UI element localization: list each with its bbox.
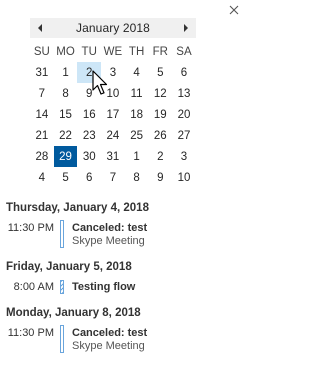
calendar-day[interactable]: 4 [30,167,54,188]
calendar-day[interactable]: 3 [172,146,196,167]
calendar-day-hovered[interactable]: 2 [77,62,102,83]
event-title: Canceled: test [72,327,148,339]
calendar-day-today[interactable]: 29 [53,146,78,167]
event-details: Canceled: test Skype Meeting [72,220,147,247]
calendar-day[interactable]: 24 [101,125,125,146]
calendar-day[interactable]: 9 [77,83,101,104]
calendar-day[interactable]: 16 [77,104,101,125]
calendar-day[interactable]: 14 [30,104,54,125]
month-title: January 2018 [76,21,150,35]
calendar-day[interactable]: 11 [125,83,149,104]
calendar-day[interactable]: 8 [125,167,149,188]
chevron-right-icon [184,24,188,32]
event-time: 11:30 PM [7,222,54,234]
calendar-day[interactable]: 20 [172,104,196,125]
calendar-day[interactable]: 26 [148,125,172,146]
calendar-day[interactable]: 21 [30,125,54,146]
event-title: Canceled: test [72,222,148,234]
chevron-left-icon [38,24,42,32]
calendar-day[interactable]: 5 [54,167,78,188]
calendar-day[interactable]: 27 [172,125,196,146]
calendar-day[interactable]: 15 [54,104,78,125]
calendar-grid: SU MO TU WE TH FR SA 31 1 2 3 4 5 6 7 8 … [30,41,196,188]
calendar-day[interactable]: 1 [125,146,149,167]
calendar-day[interactable]: 6 [172,62,196,83]
close-icon [229,5,239,15]
event-location: Skype Meeting [72,340,145,352]
agenda-day-header: Thursday, January 4, 2018 [6,202,149,214]
agenda-list: Thursday, January 4, 2018 11:30 PM Cance… [6,197,238,361]
previous-month-button[interactable] [32,18,48,38]
calendar-day[interactable]: 17 [101,104,125,125]
next-month-button[interactable] [178,18,194,38]
agenda-day-header: Monday, January 8, 2018 [6,307,141,319]
calendar-day[interactable]: 28 [30,146,54,167]
weekday-label: MO [56,45,75,58]
event-time: 8:00 AM [13,281,54,293]
calendar-day[interactable]: 9 [148,167,172,188]
calendar-day[interactable]: 10 [101,83,125,104]
agenda-day-group: Thursday, January 4, 2018 11:30 PM Cance… [6,197,238,248]
agenda-day-header: Friday, January 5, 2018 [6,261,132,273]
weekday-label: TH [128,45,145,58]
calendar-day[interactable]: 22 [54,125,78,146]
event-status-bar [60,325,64,353]
agenda-event[interactable]: 8:00 AM Testing flow [6,279,238,294]
calendar-day[interactable]: 3 [101,62,125,83]
month-header: January 2018 [30,18,196,38]
calendar-day[interactable]: 18 [125,104,149,125]
event-details: Canceled: test Skype Meeting [72,325,147,352]
calendar-day[interactable]: 4 [125,62,149,83]
calendar-day[interactable]: 6 [77,167,101,188]
event-status-bar [60,280,64,294]
calendar-day[interactable]: 7 [30,83,54,104]
weekday-label: SA [176,45,192,58]
calendar-day[interactable]: 12 [148,83,172,104]
calendar-day[interactable]: 8 [54,83,78,104]
agenda-event[interactable]: 11:30 PM Canceled: test Skype Meeting [6,220,238,248]
agenda-day-group: Monday, January 8, 2018 11:30 PM Cancele… [6,302,238,353]
weekday-label: WE [103,45,123,58]
weekday-label: TU [81,45,97,58]
weekday-label: SU [33,45,50,58]
calendar-day[interactable]: 7 [101,167,125,188]
calendar-day[interactable]: 23 [77,125,101,146]
close-button[interactable] [226,2,242,18]
event-details: Testing flow [72,279,135,293]
calendar-day[interactable]: 25 [125,125,149,146]
calendar-day[interactable]: 31 [101,146,125,167]
event-status-bar [60,220,64,248]
calendar-day[interactable]: 5 [148,62,172,83]
calendar-day[interactable]: 30 [77,146,101,167]
agenda-day-group: Friday, January 5, 2018 8:00 AM Testing … [6,256,238,294]
date-navigator: January 2018 SU MO TU WE TH FR SA 31 1 2… [30,18,196,188]
event-location: Skype Meeting [72,235,145,247]
weekday-label: FR [152,45,168,58]
calendar-day[interactable]: 31 [30,62,54,83]
calendar-day[interactable]: 19 [148,104,172,125]
calendar-day[interactable]: 13 [172,83,196,104]
event-time: 11:30 PM [7,327,54,339]
calendar-day[interactable]: 10 [172,167,196,188]
calendar-day[interactable]: 2 [148,146,172,167]
calendar-day[interactable]: 1 [54,62,78,83]
agenda-event[interactable]: 11:30 PM Canceled: test Skype Meeting [6,325,238,353]
event-title: Testing flow [72,281,136,293]
